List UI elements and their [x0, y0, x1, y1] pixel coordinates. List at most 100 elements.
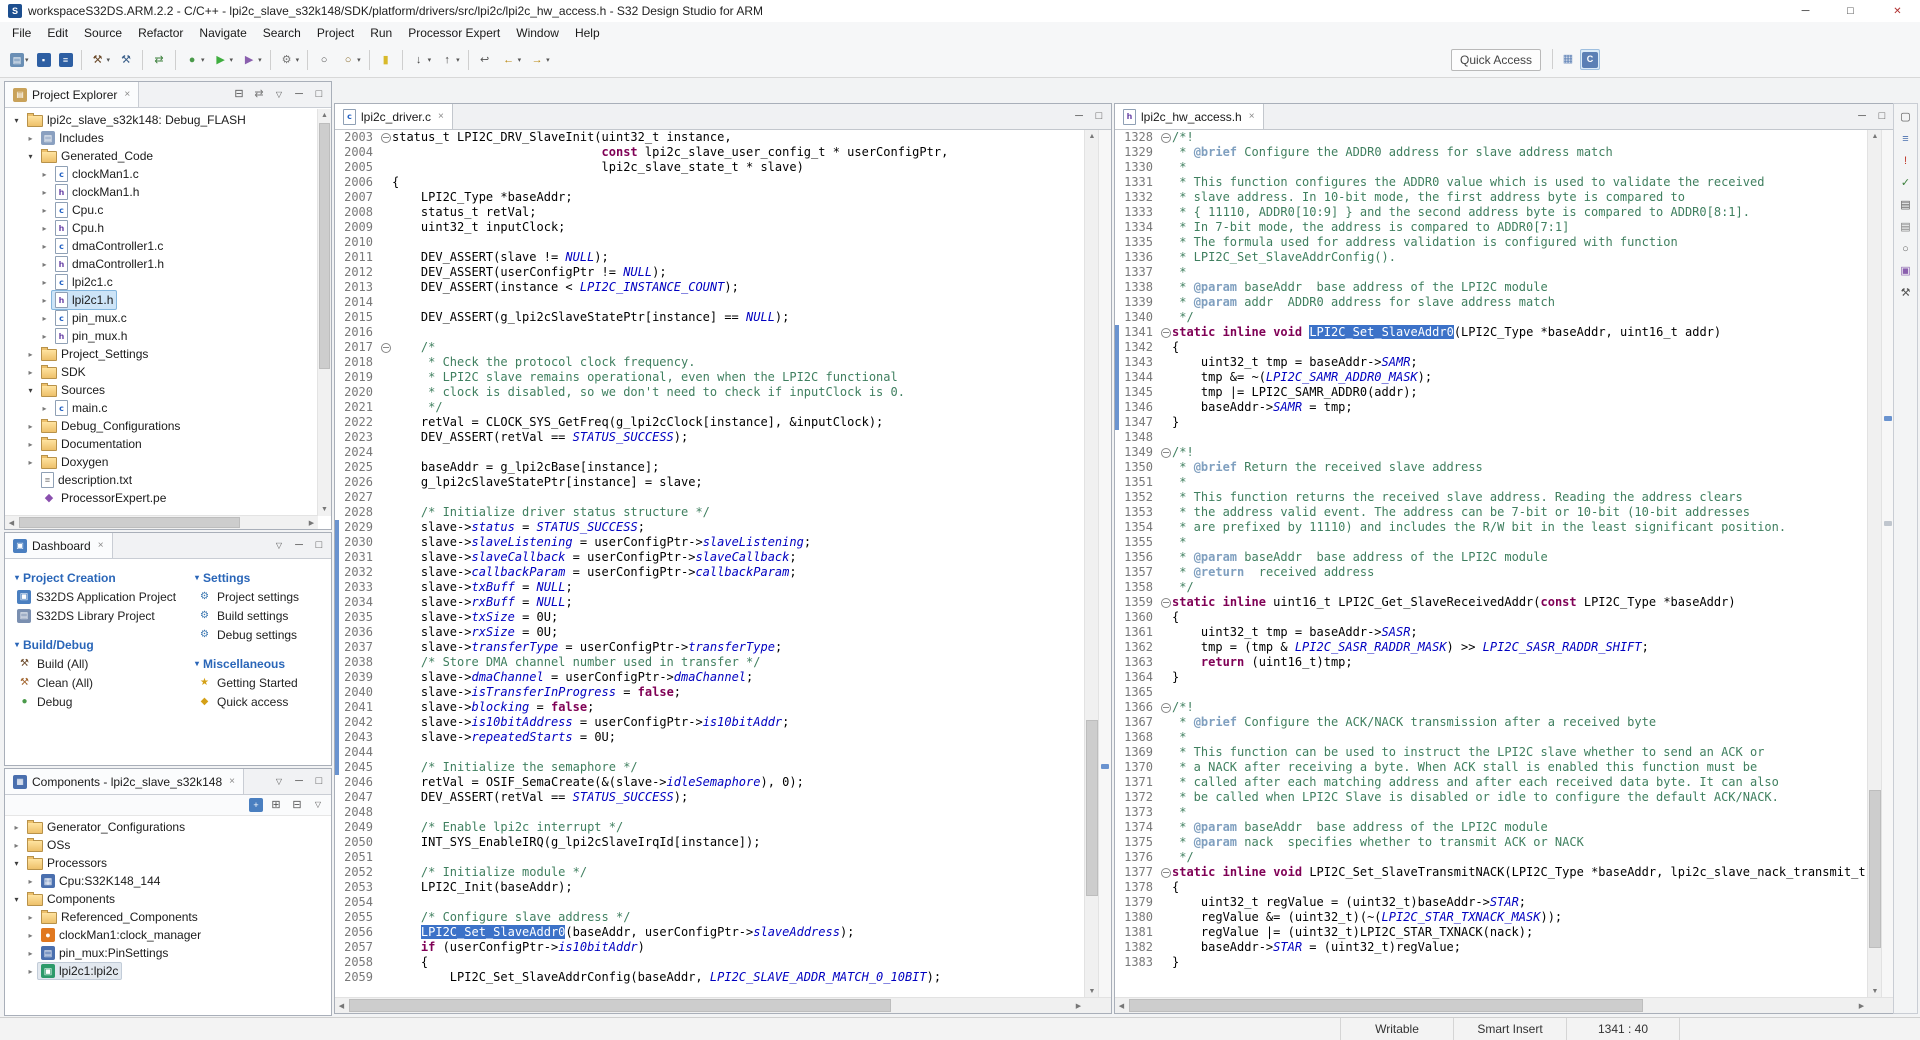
view-menu-button[interactable]: ▽	[270, 773, 288, 791]
dropdown-caret-icon[interactable]: ▾	[25, 56, 29, 64]
dropdown-caret-icon[interactable]: ▾	[230, 56, 234, 64]
previous-annotation-button[interactable]: ↑▾	[435, 47, 464, 73]
code-line-2031[interactable]: 2031 slave->slaveCallback = userConfigPt…	[335, 550, 1085, 565]
tree-item-cpu-h[interactable]: ▸hCpu.h	[6, 219, 318, 237]
code-line-2014[interactable]: 2014	[335, 295, 1085, 310]
maximize-editor-button[interactable]: □	[1090, 108, 1108, 126]
code-line-2033[interactable]: 2033 slave->txBuff = NULL;	[335, 580, 1085, 595]
close-tab-icon[interactable]: ×	[1249, 111, 1255, 122]
menu-search[interactable]: Search	[255, 24, 309, 42]
chevron-collapsed-icon[interactable]: ▸	[24, 877, 37, 886]
code-line-1331[interactable]: 1331 * This function configures the ADDR…	[1115, 175, 1868, 190]
tree-item-sdk[interactable]: ▸SDK	[6, 363, 318, 381]
code-line-2046[interactable]: 2046 retVal = OSIF_SemaCreate(&(slave->i…	[335, 775, 1085, 790]
code-line-1364[interactable]: 1364}	[1115, 670, 1868, 685]
code-line-2036[interactable]: 2036 slave->rxSize = 0U;	[335, 625, 1085, 640]
code-line-1341[interactable]: 1341static inline void LPI2C_Set_SlaveAd…	[1115, 325, 1868, 340]
build-active-config-button[interactable]: ⚒▾	[86, 47, 115, 73]
dashboard-link-quick-access[interactable]: ◆Quick access	[195, 692, 325, 711]
code-line-2035[interactable]: 2035 slave->txSize = 0U;	[335, 610, 1085, 625]
tree-item-description-txt[interactable]: ≡description.txt	[6, 471, 318, 489]
chevron-collapsed-icon[interactable]: ▸	[38, 314, 51, 323]
horizontal-scrollbar[interactable]: ◀▶	[1115, 997, 1868, 1013]
code-line-2013[interactable]: 2013 DEV_ASSERT(instance < LPI2C_INSTANC…	[335, 280, 1085, 295]
code-line-1349[interactable]: 1349/*!	[1115, 445, 1868, 460]
tree-item-pin-mux-pinsettings[interactable]: ▸▤pin_mux:PinSettings	[6, 944, 318, 962]
tree-item-cpu-s32k148-144[interactable]: ▸▦Cpu:S32K148_144	[6, 872, 318, 890]
chevron-expanded-icon[interactable]: ▾	[10, 859, 23, 868]
fold-marker-icon[interactable]	[1161, 448, 1171, 458]
problems-button[interactable]: !	[1897, 152, 1915, 170]
new-connection-button[interactable]: ⇄	[147, 47, 171, 73]
collapse-all-button[interactable]: ⊟	[230, 86, 248, 104]
menu-navigate[interactable]: Navigate	[191, 24, 254, 42]
tree-item-dmacontroller1-h[interactable]: ▸hdmaController1.h	[6, 255, 318, 273]
maximize-editor-button[interactable]: □	[1873, 108, 1891, 126]
code-line-2004[interactable]: 2004 const lpi2c_slave_user_config_t * u…	[335, 145, 1085, 160]
open-perspective-button[interactable]: ▦	[1559, 50, 1577, 68]
code-line-2030[interactable]: 2030 slave->slaveListening = userConfigP…	[335, 535, 1085, 550]
tree-item-pin-mux-c[interactable]: ▸cpin_mux.c	[6, 309, 318, 327]
menu-edit[interactable]: Edit	[39, 24, 76, 42]
chevron-collapsed-icon[interactable]: ▸	[24, 350, 37, 359]
code-line-1361[interactable]: 1361 uint32_t tmp = baseAddr->SASR;	[1115, 625, 1868, 640]
chevron-collapsed-icon[interactable]: ▸	[24, 931, 37, 940]
code-line-1344[interactable]: 1344 tmp &= ~(LPI2C_SAMR_ADDR0_MASK);	[1115, 370, 1868, 385]
close-window-button[interactable]: ✕	[1875, 0, 1920, 22]
add-component-button[interactable]: +	[248, 797, 264, 813]
chevron-collapsed-icon[interactable]: ▸	[38, 296, 51, 305]
code-line-2003[interactable]: 2003status_t LPI2C_DRV_SlaveInit(uint32_…	[335, 130, 1085, 145]
save-button[interactable]: ▪	[33, 47, 55, 73]
code-line-2029[interactable]: 2029 slave->status = STATUS_SUCCESS;	[335, 520, 1085, 535]
chevron-collapsed-icon[interactable]: ▸	[24, 440, 37, 449]
code-line-1360[interactable]: 1360{	[1115, 610, 1868, 625]
code-line-2051[interactable]: 2051	[335, 850, 1085, 865]
code-line-1371[interactable]: 1371 * called after each matching addres…	[1115, 775, 1868, 790]
code-line-2018[interactable]: 2018 * Check the protocol clock frequenc…	[335, 355, 1085, 370]
tree-item-lpi2c1-lpi2c[interactable]: ▸▣lpi2c1:lpi2c	[6, 962, 318, 980]
view-tab-dashboard[interactable]: ▣ Dashboard ×	[5, 533, 113, 558]
maximize-button[interactable]: □	[310, 537, 328, 555]
code-line-1351[interactable]: 1351 *	[1115, 475, 1868, 490]
code-line-2037[interactable]: 2037 slave->transferType = userConfigPtr…	[335, 640, 1085, 655]
code-line-1343[interactable]: 1343 uint32_t tmp = baseAddr->SAMR;	[1115, 355, 1868, 370]
code-line-1357[interactable]: 1357 * @return received address	[1115, 565, 1868, 580]
view-menu-button[interactable]: ▽	[270, 537, 288, 555]
tree-item-project-settings[interactable]: ▸Project_Settings	[6, 345, 318, 363]
code-line-1328[interactable]: 1328/*!	[1115, 130, 1868, 145]
code-line-1362[interactable]: 1362 tmp = (tmp & LPI2C_SASR_RADDR_MASK)…	[1115, 640, 1868, 655]
tree-item-components[interactable]: ▾Components	[6, 890, 318, 908]
code-line-2012[interactable]: 2012 DEV_ASSERT(userConfigPtr != NULL);	[335, 265, 1085, 280]
code-line-1330[interactable]: 1330 *	[1115, 160, 1868, 175]
section-collapse-icon[interactable]: ▾	[15, 640, 19, 649]
code-line-1345[interactable]: 1345 tmp |= LPI2C_SAMR_ADDR0(addr);	[1115, 385, 1868, 400]
menu-run[interactable]: Run	[362, 24, 400, 42]
expand-all-button[interactable]: ⊞	[267, 796, 285, 814]
section-collapse-icon[interactable]: ▾	[195, 659, 199, 668]
code-line-1350[interactable]: 1350 * @brief Return the received slave …	[1115, 460, 1868, 475]
code-line-1359[interactable]: 1359static inline uint16_t LPI2C_Get_Sla…	[1115, 595, 1868, 610]
code-line-1377[interactable]: 1377static inline void LPI2C_Set_SlaveTr…	[1115, 865, 1868, 880]
chevron-expanded-icon[interactable]: ▾	[24, 152, 37, 161]
minimize-button[interactable]: ─	[290, 86, 308, 104]
code-line-1368[interactable]: 1368 *	[1115, 730, 1868, 745]
maximize-window-button[interactable]: □	[1828, 0, 1873, 22]
maximize-button[interactable]: □	[310, 86, 328, 104]
tree-item-pin-mux-h[interactable]: ▸hpin_mux.h	[6, 327, 318, 345]
vertical-scrollbar[interactable]: ▲▼	[1867, 130, 1882, 998]
code-line-2022[interactable]: 2022 retVal = CLOCK_SYS_GetFreq(g_lpi2cC…	[335, 415, 1085, 430]
code-line-2053[interactable]: 2053 LPI2C_Init(baseAddr);	[335, 880, 1085, 895]
section-collapse-icon[interactable]: ▾	[195, 573, 199, 582]
restore-views-button[interactable]: ▢	[1897, 108, 1915, 126]
tree-item-clockman1-clock-manager[interactable]: ▸●clockMan1:clock_manager	[6, 926, 318, 944]
view-menu-button[interactable]: ▽	[270, 86, 288, 104]
code-line-2049[interactable]: 2049 /* Enable lpi2c interrupt */	[335, 820, 1085, 835]
editor-tab-lpi2c-driver-c[interactable]: c lpi2c_driver.c ×	[335, 104, 453, 129]
menu-project[interactable]: Project	[309, 24, 362, 42]
section-header-settings[interactable]: ▾Settings	[195, 568, 325, 587]
chevron-collapsed-icon[interactable]: ▸	[24, 134, 37, 143]
overview-ruler[interactable]	[1098, 130, 1111, 998]
code-line-2048[interactable]: 2048	[335, 805, 1085, 820]
tree-item-cpu-c[interactable]: ▸cCpu.c	[6, 201, 318, 219]
code-line-2010[interactable]: 2010	[335, 235, 1085, 250]
